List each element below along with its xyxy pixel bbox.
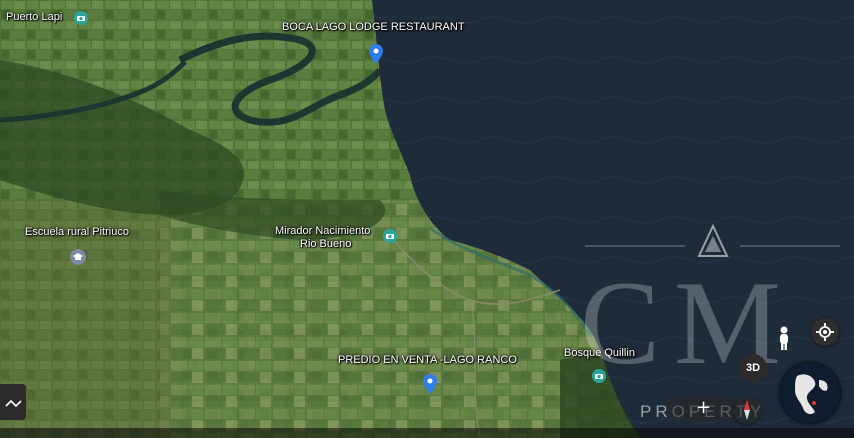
my-location-icon: [816, 323, 834, 341]
watermark-logo-mark: [585, 224, 840, 257]
street-view-button[interactable]: [770, 324, 798, 352]
location-pin-icon[interactable]: [369, 44, 383, 64]
location-pin-icon[interactable]: [423, 374, 437, 394]
globe-button[interactable]: [779, 362, 841, 424]
expand-button[interactable]: [0, 384, 26, 420]
globe-icon: [780, 363, 840, 423]
bottom-status-bar: [0, 428, 854, 438]
zoom-control[interactable]: +: [666, 396, 738, 422]
zoom-in-button[interactable]: +: [696, 398, 711, 418]
my-location-button[interactable]: [811, 318, 839, 346]
pegman-icon: [780, 326, 788, 350]
compass-icon: [744, 400, 750, 420]
place-label-predio[interactable]: PREDIO EN VENTA -LAGO RANCO: [338, 354, 517, 367]
place-label-escuela[interactable]: Escuela rural Pitriuco: [25, 226, 129, 239]
camera-icon[interactable]: [74, 11, 88, 25]
place-label-boca-lago[interactable]: BOCA LAGO LODGE RESTAURANT: [282, 21, 465, 34]
place-label-puerto-lapi[interactable]: Puerto Lapi: [6, 11, 62, 24]
3d-toggle-button[interactable]: 3D: [739, 354, 767, 382]
place-label-mirador-line2[interactable]: Rio Bueno: [300, 238, 351, 251]
place-label-mirador[interactable]: Mirador Nacimiento: [275, 225, 370, 238]
camera-icon[interactable]: [383, 229, 397, 243]
compass-button[interactable]: [733, 396, 761, 424]
school-icon[interactable]: [70, 249, 86, 265]
expand-icon: [5, 399, 22, 408]
